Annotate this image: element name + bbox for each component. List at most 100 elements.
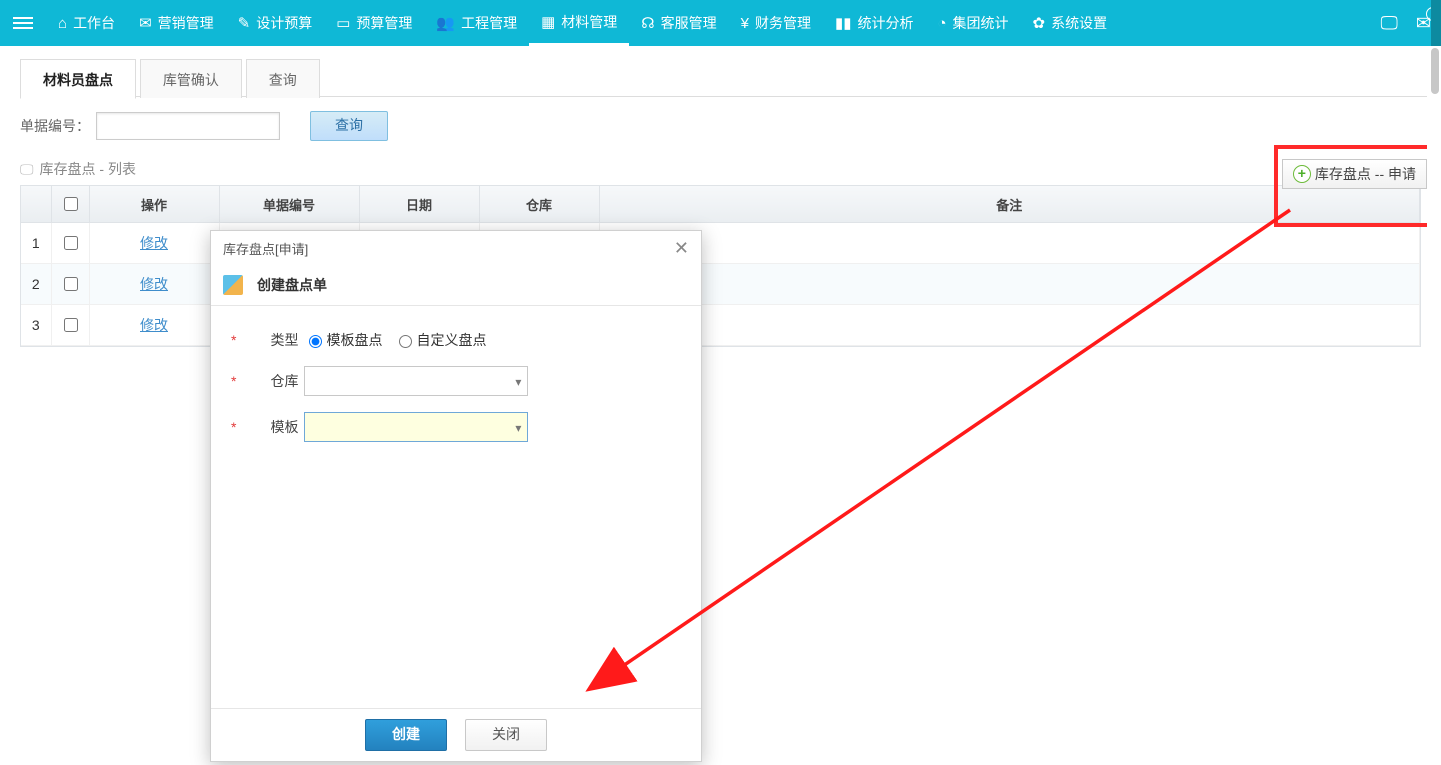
chevron-down-icon: ▾ <box>515 375 521 389</box>
nav-workbench[interactable]: ⌂ 工作台 <box>46 0 127 46</box>
topbar-right: 🖵 ✉99 <box>1381 0 1431 46</box>
yen-icon: ¥ <box>741 15 749 32</box>
chevron-down-icon: ▾ <box>515 421 521 435</box>
sub-tabs: 材料员盘点 库管确认 查询 <box>20 58 1441 96</box>
inventory-apply-modal: 库存盘点[申请] ✕ 创建盘点单 * 类型 模板盘点 自定义盘点 * 仓库 ▾ … <box>210 230 702 762</box>
radio-template[interactable]: 模板盘点 <box>304 330 382 350</box>
edge-handle[interactable] <box>1431 0 1441 46</box>
modal-title: 库存盘点[申请] <box>223 239 308 258</box>
row-checkbox[interactable] <box>64 277 78 291</box>
scrollbar[interactable] <box>1427 46 1441 765</box>
row-checkbox[interactable] <box>64 318 78 332</box>
tab-inventory-clerk[interactable]: 材料员盘点 <box>20 59 136 99</box>
nav-stats[interactable]: ▮▮ 统计分析 <box>823 0 926 46</box>
doc-number-input[interactable] <box>96 112 280 140</box>
headset-icon: ☊ <box>641 14 654 32</box>
nav-service[interactable]: ☊ 客服管理 <box>629 0 728 46</box>
edit-link[interactable]: 修改 <box>140 317 168 333</box>
create-button[interactable]: 创建 <box>365 719 447 751</box>
chat-icon: ✉ <box>139 14 152 32</box>
nav-marketing[interactable]: ✉ 营销管理 <box>127 0 226 46</box>
radio-custom-input[interactable] <box>399 335 412 348</box>
nav-label: 材料管理 <box>561 12 617 32</box>
select-all-checkbox[interactable] <box>64 197 78 211</box>
row-index: 2 <box>21 264 51 305</box>
nav-label: 预算管理 <box>356 13 412 33</box>
type-label: 类型 <box>240 330 298 350</box>
nav-finance[interactable]: ¥财务管理 <box>729 0 823 46</box>
col-rownum <box>21 186 51 223</box>
section-title: 🖵 库存盘点 - 列表 <box>20 155 1421 183</box>
tab-label: 查询 <box>269 72 297 88</box>
nav-label: 工程管理 <box>461 13 517 33</box>
col-op: 操作 <box>89 186 219 223</box>
modal-header: 库存盘点[申请] ✕ <box>211 231 701 265</box>
tab-query[interactable]: 查询 <box>246 59 320 98</box>
apply-button-highlight: + 库存盘点 -- 申请 <box>1274 145 1435 227</box>
gear-icon: ✿ <box>1033 14 1046 32</box>
nav-label: 集团统计 <box>953 13 1009 33</box>
section-title-text: 库存盘点 - 列表 <box>40 159 136 179</box>
nav-design-budget[interactable]: ✎ 设计预算 <box>226 0 325 46</box>
edit-icon: ✎ <box>238 14 251 32</box>
warehouse-label: 仓库 <box>240 371 298 391</box>
form-row-template: * 模板 ▾ <box>231 412 681 442</box>
col-wh: 仓库 <box>479 186 599 223</box>
nav-group-stats[interactable]: ◔ 集团统计 <box>925 0 1020 46</box>
radio-template-input[interactable] <box>309 335 322 348</box>
row-checkbox[interactable] <box>64 236 78 250</box>
radio-custom[interactable]: 自定义盘点 <box>394 330 486 350</box>
pie-chart-icon: ◔ <box>937 15 946 32</box>
row-index: 1 <box>21 223 51 264</box>
modal-subheader: 创建盘点单 <box>211 265 701 306</box>
inventory-apply-button[interactable]: + 库存盘点 -- 申请 <box>1282 159 1427 189</box>
radio-template-text: 模板盘点 <box>326 330 382 350</box>
modal-close-button[interactable]: ✕ <box>674 238 689 259</box>
home-icon: ⌂ <box>58 15 67 32</box>
monitor-icon: ▭ <box>336 14 350 32</box>
nav-label: 客服管理 <box>661 13 717 33</box>
nav-material[interactable]: ▦ 材料管理 <box>529 0 629 46</box>
tab-label: 材料员盘点 <box>43 72 113 88</box>
nav-label: 工作台 <box>73 13 115 33</box>
nav-label: 系统设置 <box>1051 13 1107 33</box>
topbar: ⌂ 工作台 ✉ 营销管理 ✎ 设计预算 ▭ 预算管理 👥 工程管理 ▦ 材料管理 ☊ 客服管理… <box>0 0 1441 46</box>
doc-number-label: 单据编号： <box>20 116 90 136</box>
monitor-icon[interactable]: 🖵 <box>1381 13 1398 34</box>
users-icon: 👥 <box>436 14 455 32</box>
nav-budget[interactable]: ▭ 预算管理 <box>324 0 424 46</box>
edit-link[interactable]: 修改 <box>140 276 168 292</box>
radio-custom-text: 自定义盘点 <box>416 330 486 350</box>
required-mark: * <box>231 419 236 435</box>
plus-icon: + <box>1293 165 1311 183</box>
nav-label: 设计预算 <box>256 13 312 33</box>
template-select[interactable]: ▾ <box>304 412 528 442</box>
mail-icon[interactable]: ✉99 <box>1416 13 1431 34</box>
close-button[interactable]: 关闭 <box>465 719 547 751</box>
apply-button-label: 库存盘点 -- 申请 <box>1315 164 1416 184</box>
main-nav: ⌂ 工作台 ✉ 营销管理 ✎ 设计预算 ▭ 预算管理 👥 工程管理 ▦ 材料管理 ☊ 客服管理… <box>46 0 1119 46</box>
tab-warehouse-confirm[interactable]: 库管确认 <box>140 59 242 98</box>
scrollbar-thumb[interactable] <box>1431 48 1439 94</box>
bar-chart-icon: ▮▮ <box>835 14 852 32</box>
row-index: 3 <box>21 305 51 346</box>
edit-link[interactable]: 修改 <box>140 235 168 251</box>
required-mark: * <box>231 373 236 389</box>
nav-settings[interactable]: ✿ 系统设置 <box>1021 0 1120 46</box>
grid-icon: ▦ <box>541 13 555 31</box>
warehouse-select[interactable]: ▾ <box>304 366 528 396</box>
filter-bar: 单据编号： 查询 <box>0 97 1441 155</box>
form-row-type: * 类型 模板盘点 自定义盘点 <box>231 330 681 350</box>
hamburger-menu[interactable] <box>0 0 46 46</box>
nav-project[interactable]: 👥 工程管理 <box>424 0 529 46</box>
screen-icon: 🖵 <box>20 161 34 178</box>
modal-footer: 创建 关闭 <box>211 708 701 761</box>
nav-label: 营销管理 <box>158 13 214 33</box>
template-label: 模板 <box>240 417 298 437</box>
required-mark: * <box>231 332 236 348</box>
search-button[interactable]: 查询 <box>310 111 388 141</box>
nav-label: 统计分析 <box>857 13 913 33</box>
col-doc: 单据编号 <box>219 186 359 223</box>
col-date: 日期 <box>359 186 479 223</box>
create-doc-icon <box>223 275 243 295</box>
